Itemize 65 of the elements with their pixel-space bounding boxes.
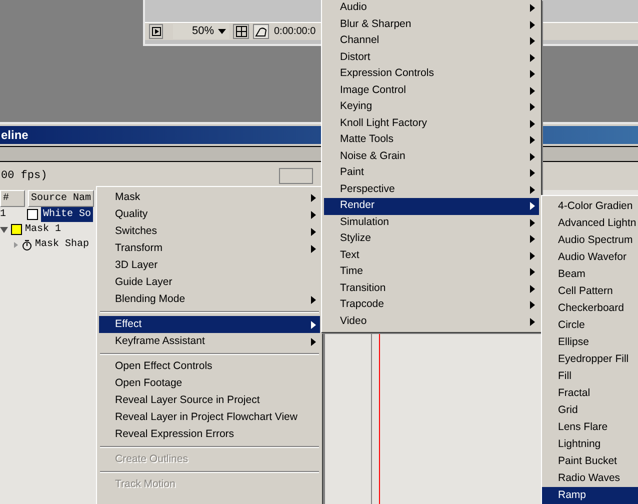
menu-item[interactable]: Cell Pattern [542,283,638,300]
menu-item[interactable]: Audio Spectrum [542,232,638,249]
menu-item[interactable]: Expression Controls [324,66,539,82]
menu-item[interactable]: Advanced Lightn [542,215,638,232]
menu-item[interactable]: Ellipse [542,334,638,351]
menu-item[interactable]: 4-Color Gradien [542,198,638,215]
layer-number: 1 [0,208,6,222]
menu-item[interactable]: Image Control [324,82,539,99]
menu-item[interactable]: Eyedropper Fill [542,351,638,368]
menu-item[interactable]: 3D Layer [99,257,320,274]
menu-item[interactable]: Reveal Layer Source in Project [99,392,320,409]
mask-name: Mask 1 [25,222,62,237]
play-button[interactable] [149,24,163,39]
mask-button[interactable] [253,24,269,39]
toolbar-icon[interactable] [279,168,314,184]
layer-name[interactable]: White So [41,207,94,222]
menu-item[interactable]: Keying [324,99,539,116]
menu-item[interactable]: Quality [99,206,320,223]
menu-item[interactable]: Time [324,264,539,280]
menu-item[interactable]: Fractal [542,385,638,402]
menu-item[interactable]: Grid [542,402,638,419]
menu-item[interactable]: Effect [99,316,320,333]
grid-button[interactable] [233,24,249,39]
column-header[interactable]: Source Nam [28,190,94,207]
stopwatch-icon [22,238,32,250]
twirl-icon[interactable] [0,226,8,234]
menu-item[interactable]: Audio [324,0,539,16]
menu-item[interactable]: Audio Wavefor [542,249,638,266]
caret-icon [218,29,226,34]
menu-item[interactable]: Text [324,248,539,264]
menu-item[interactable]: Circle [542,317,638,334]
menu-item[interactable]: Paint Bucket [542,453,638,470]
menu-item[interactable]: Ramp [542,487,638,504]
frame-rate-label: 00 fps) [1,168,48,184]
menu-item[interactable]: Perspective [324,182,539,198]
menu-item[interactable]: Noise & Grain [324,148,539,165]
menu-item[interactable]: Lens Flare [542,419,638,436]
menu-item[interactable]: Reveal Layer in Project Flowchart View [99,409,320,426]
menu-item[interactable]: Open Effect Controls [99,358,320,375]
menu-item[interactable]: Transition [324,280,539,297]
menu-item[interactable]: Checkerboard [542,300,638,317]
zoom-dropdown[interactable]: 50% [173,24,229,39]
menu-item[interactable]: Open Footage [99,375,320,392]
menu-item[interactable]: Video [324,314,539,330]
menu-item[interactable]: Fill [542,368,638,385]
property-name: Mask Shap [35,238,90,252]
menu-item[interactable]: Keyframe Assistant [99,333,320,350]
menu-item[interactable]: Blur & Sharpen [324,16,539,33]
column-header[interactable]: # [0,190,25,207]
menu-item[interactable]: Stylize [324,231,539,248]
menu-item[interactable]: Transform [99,240,320,257]
menu-item[interactable]: Mask [99,189,320,206]
menu-item[interactable]: Radio Waves [542,470,638,487]
menu-item[interactable]: Blending Mode [99,291,320,308]
menu-item[interactable]: Lightning [542,436,638,453]
menu-item[interactable]: Trapcode [324,297,539,314]
menu-item[interactable]: Channel [324,33,539,50]
menu-item[interactable]: Distort [324,50,539,66]
menu-item[interactable]: Switches [99,223,320,240]
menu-item[interactable]: Simulation [324,214,539,231]
menu-item[interactable]: Beam [542,266,638,283]
menu-item[interactable]: Guide Layer [99,274,320,291]
menu-item[interactable]: Reveal Expression Errors [99,426,320,443]
menu-item[interactable]: Paint [324,165,539,182]
menu-item[interactable]: Render [324,198,539,214]
